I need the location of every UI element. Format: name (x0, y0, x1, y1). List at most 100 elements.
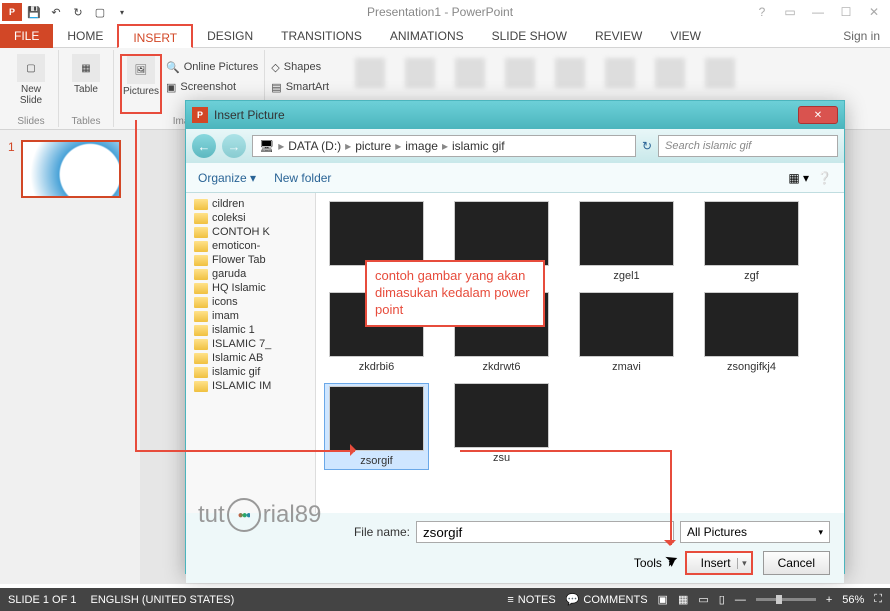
zoom-slider[interactable] (756, 598, 816, 601)
smartart-button[interactable]: ▤SmartArt (271, 78, 329, 96)
crumb[interactable]: image (405, 139, 438, 153)
file-label: zsongifkj4 (727, 361, 776, 373)
organize-button[interactable]: Organize ▾ (198, 171, 256, 185)
file-item[interactable]: zsu (449, 383, 554, 470)
zoom-level[interactable]: 56% (842, 594, 864, 606)
breadcrumb[interactable]: 🖥 ▸ DATA (D:) ▸ picture ▸ image ▸ islami… (252, 135, 636, 157)
watermark-logo-icon (227, 498, 261, 532)
language-status[interactable]: ENGLISH (UNITED STATES) (90, 594, 234, 606)
tab-slideshow[interactable]: SLIDE SHOW (478, 24, 581, 48)
pictures-button[interactable]: 🖼 Pictures (120, 54, 162, 114)
tab-animations[interactable]: ANIMATIONS (376, 24, 478, 48)
folder-icon (194, 241, 208, 252)
online-pictures-button[interactable]: 🔍Online Pictures (166, 58, 258, 76)
file-thumbnail (704, 292, 799, 357)
tree-folder[interactable]: CONTOH K (186, 225, 315, 239)
comments-button[interactable]: 💬 COMMENTS (566, 593, 648, 606)
file-item[interactable]: zmavi (574, 292, 679, 373)
fit-to-window-icon[interactable]: ⛶ (874, 593, 882, 606)
tab-transitions[interactable]: TRANSITIONS (267, 24, 376, 48)
shapes-button[interactable]: ◇Shapes (271, 58, 329, 76)
screenshot-icon: ▣ (166, 81, 176, 94)
slide-counter[interactable]: SLIDE 1 OF 1 (8, 594, 76, 606)
redo-icon[interactable]: ↻ (68, 3, 88, 21)
qat-more-icon[interactable]: ▾ (112, 3, 132, 21)
tree-folder[interactable]: emoticon- (186, 239, 315, 253)
file-item[interactable]: zgf (699, 201, 804, 282)
table-button[interactable]: ▦ Table (65, 54, 107, 114)
slide-thumbnail-panel: 1 (0, 130, 140, 584)
slide-thumb-row[interactable]: 1 (8, 140, 132, 198)
minimize-icon[interactable]: — (804, 3, 832, 21)
crumb[interactable]: picture (355, 139, 391, 153)
zoom-out-button[interactable]: — (735, 594, 746, 606)
chevron-down-icon: ▾ (818, 527, 823, 538)
file-filter-dropdown[interactable]: All Pictures▾ (680, 521, 830, 543)
annotation-arrow (670, 450, 672, 545)
tree-folder[interactable]: imam (186, 309, 315, 323)
tab-home[interactable]: HOME (53, 24, 117, 48)
powerpoint-icon: P (192, 107, 208, 123)
status-bar: SLIDE 1 OF 1 ENGLISH (UNITED STATES) ≡ N… (0, 588, 890, 611)
tab-file[interactable]: FILE (0, 24, 53, 48)
screenshot-button[interactable]: ▣Screenshot (166, 78, 258, 96)
tab-view[interactable]: VIEW (656, 24, 715, 48)
crumb[interactable]: islamic gif (452, 139, 505, 153)
tree-folder[interactable]: ISLAMIC 7_ (186, 337, 315, 351)
file-item[interactable]: zgel1 (574, 201, 679, 282)
cancel-button[interactable]: Cancel (763, 551, 830, 575)
search-input[interactable]: Search islamic gif (658, 135, 838, 157)
online-pictures-icon: 🔍 (166, 61, 180, 74)
tree-folder[interactable]: ISLAMIC IM (186, 379, 315, 393)
tab-review[interactable]: REVIEW (581, 24, 656, 48)
sorter-view-icon[interactable]: ▦ (678, 593, 688, 606)
view-options-icon[interactable]: ▦ ▾ (788, 171, 809, 185)
ribbon-options-icon[interactable]: ▭ (776, 3, 804, 21)
tab-insert[interactable]: INSERT (117, 24, 193, 48)
insert-button[interactable]: Insert (685, 551, 753, 575)
normal-view-icon[interactable]: ▣ (658, 593, 668, 606)
tree-folder[interactable]: coleksi (186, 211, 315, 225)
nav-forward-button[interactable]: → (222, 134, 246, 158)
help-icon[interactable]: ? (748, 3, 776, 21)
dialog-close-button[interactable]: ✕ (798, 106, 838, 124)
reading-view-icon[interactable]: ▭ (698, 593, 708, 606)
tree-folder[interactable]: Islamic AB (186, 351, 315, 365)
close-icon[interactable]: ✕ (860, 3, 888, 21)
dialog-toolbar: Organize ▾ New folder ▦ ▾ ❔ (186, 163, 844, 193)
table-icon: ▦ (72, 54, 100, 82)
refresh-icon[interactable]: ↻ (642, 139, 652, 153)
tree-folder[interactable]: islamic gif (186, 365, 315, 379)
folder-tree[interactable]: cildrencoleksiCONTOH Kemoticon-Flower Ta… (186, 193, 316, 513)
file-label: zkdrwt6 (483, 361, 521, 373)
tree-folder[interactable]: icons (186, 295, 315, 309)
tab-design[interactable]: DESIGN (193, 24, 267, 48)
file-grid[interactable]: zfozgelzgel1zgfzkdrbi6zkdrwt6zmavizsongi… (316, 193, 844, 513)
tree-folder[interactable]: HQ Islamic (186, 281, 315, 295)
slide-thumbnail[interactable] (21, 140, 121, 198)
zoom-in-button[interactable]: + (826, 594, 832, 606)
file-item[interactable]: zsongifkj4 (699, 292, 804, 373)
tree-folder[interactable]: cildren (186, 197, 315, 211)
notes-button[interactable]: ≡ NOTES (507, 594, 555, 606)
file-thumbnail (579, 292, 674, 357)
undo-icon[interactable]: ↶ (46, 3, 66, 21)
folder-icon (194, 269, 208, 280)
new-slide-button[interactable]: ▢ New Slide (10, 54, 52, 114)
folder-icon (194, 339, 208, 350)
filename-input[interactable] (416, 521, 674, 543)
tree-folder[interactable]: islamic 1 (186, 323, 315, 337)
file-item[interactable]: zsorgif (324, 383, 429, 470)
slideshow-view-icon[interactable]: ▯ (719, 593, 725, 606)
new-folder-button[interactable]: New folder (274, 171, 331, 185)
save-icon[interactable]: 💾 (24, 3, 44, 21)
help-icon[interactable]: ❔ (817, 171, 832, 185)
tree-folder[interactable]: garuda (186, 267, 315, 281)
tree-folder[interactable]: Flower Tab (186, 253, 315, 267)
start-from-beginning-icon[interactable]: ▢ (90, 3, 110, 21)
maximize-icon[interactable]: ☐ (832, 3, 860, 21)
crumb[interactable]: DATA (D:) (288, 139, 341, 153)
nav-back-button[interactable]: ← (192, 134, 216, 158)
ribbon-tabs: FILE HOME INSERT DESIGN TRANSITIONS ANIM… (0, 24, 890, 48)
signin-link[interactable]: Sign in (843, 29, 880, 43)
